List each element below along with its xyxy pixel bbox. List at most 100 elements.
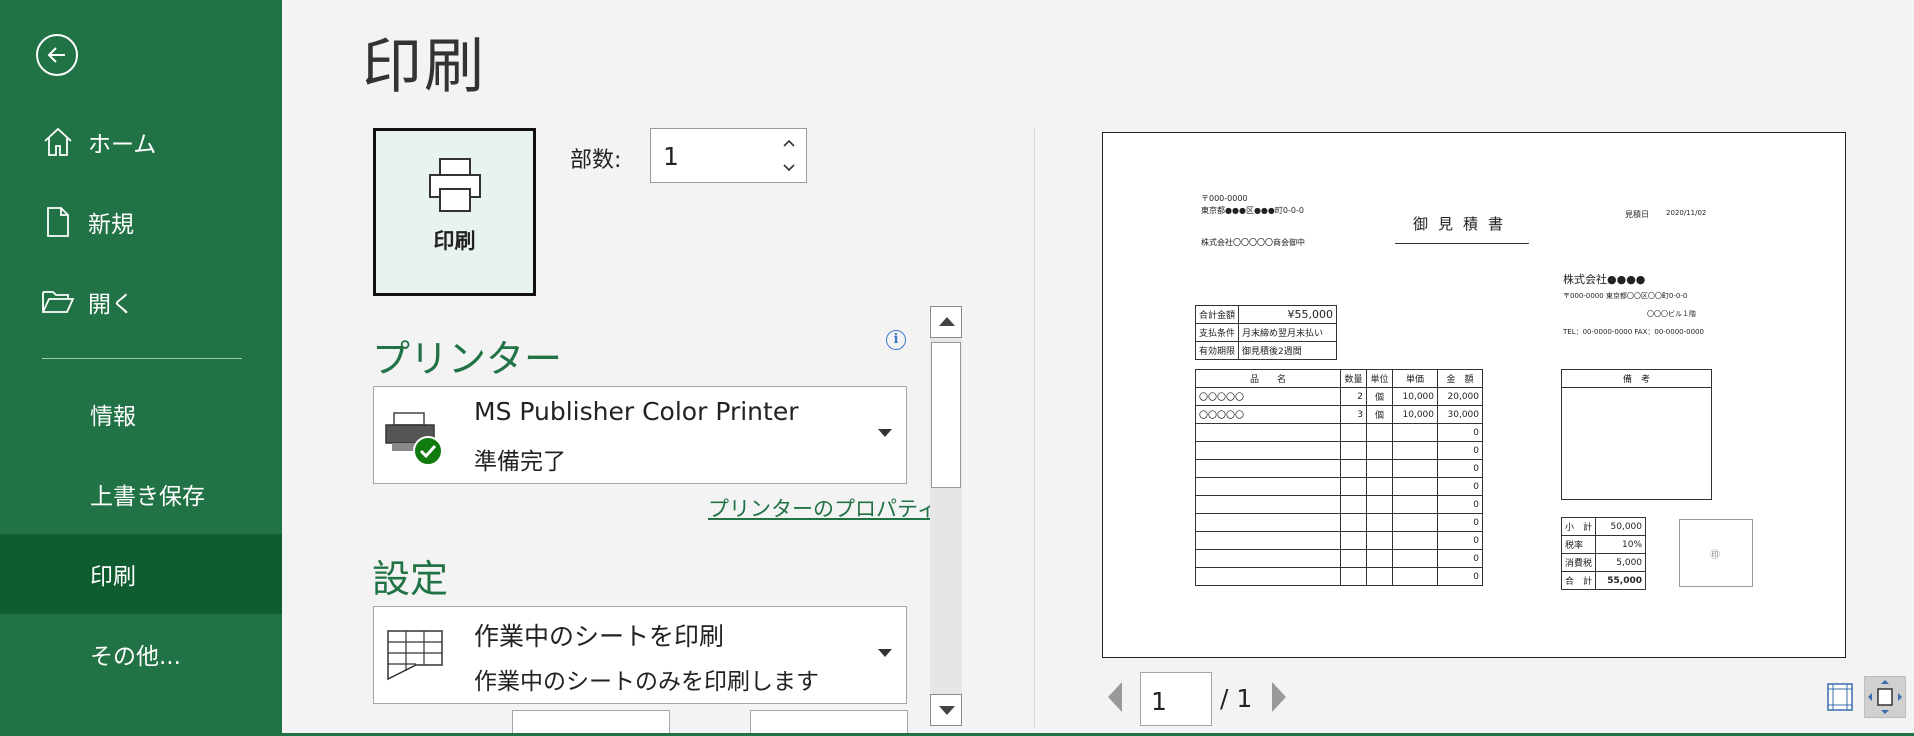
printer-dropdown[interactable]: MS Publisher Color Printer 準備完了 xyxy=(373,386,907,484)
page-number-value: 1 xyxy=(1151,687,1167,716)
pane-divider xyxy=(1034,128,1035,728)
print-scope-dropdown[interactable]: 作業中のシートを印刷 作業中のシートのみを印刷します xyxy=(373,606,907,704)
table-row: 0 xyxy=(1195,423,1483,442)
print-scope-title: 作業中のシートを印刷 xyxy=(474,622,725,651)
summary-value: 月末締め翌月末払い xyxy=(1238,323,1338,342)
preview-recipient: 株式会社〇〇〇〇〇商会御中 xyxy=(1201,238,1305,247)
scroll-down-button[interactable] xyxy=(930,694,962,726)
printer-name: MS Publisher Color Printer xyxy=(474,397,799,426)
preview-company-address: 〒000-0000 東京都〇〇区〇〇町0-0-0 xyxy=(1563,292,1688,300)
nav-print[interactable]: 印刷 xyxy=(0,534,282,614)
table-row: 0 xyxy=(1195,441,1483,460)
nav-open[interactable]: 開く xyxy=(0,262,282,342)
nav-more[interactable]: その他... xyxy=(0,614,282,694)
open-folder-icon xyxy=(38,284,78,320)
settings-scrollbar[interactable] xyxy=(930,306,962,726)
totals-value: 55,000 xyxy=(1595,571,1647,590)
table-row: 0 xyxy=(1195,567,1483,586)
items-cell xyxy=(1195,423,1341,442)
items-cell xyxy=(1392,477,1438,496)
items-cell: 30,000 xyxy=(1437,405,1483,424)
sidebar-divider xyxy=(42,358,242,359)
show-margins-icon[interactable] xyxy=(1826,682,1854,712)
copies-value: 1 xyxy=(663,142,679,171)
items-cell xyxy=(1195,549,1341,568)
totals-value: 5,000 xyxy=(1595,553,1647,572)
remarks-table: 備 考 xyxy=(1561,369,1712,500)
scroll-thumb[interactable] xyxy=(931,342,961,488)
print-button-label: 印刷 xyxy=(433,229,476,253)
previous-page-button[interactable] xyxy=(1108,682,1122,712)
printer-status: 準備完了 xyxy=(474,449,566,475)
zoom-to-page-button[interactable] xyxy=(1864,676,1906,718)
next-page-button[interactable] xyxy=(1272,682,1286,712)
dropdown-arrow-icon xyxy=(878,429,892,437)
preview-date-label: 見積日 xyxy=(1625,210,1649,219)
table-row: 0 xyxy=(1195,477,1483,496)
chevron-down-icon[interactable] xyxy=(780,158,798,176)
items-cell: 10,000 xyxy=(1392,387,1438,406)
items-cell: 0 xyxy=(1437,441,1483,460)
items-cell xyxy=(1340,549,1367,568)
items-cell: 0 xyxy=(1437,495,1483,514)
items-cell: 0 xyxy=(1437,459,1483,478)
items-cell xyxy=(1195,513,1341,532)
nav-home[interactable]: ホーム xyxy=(0,102,282,182)
items-header: 単位 xyxy=(1366,369,1393,388)
zoom-to-page-icon xyxy=(1868,680,1902,714)
page-total: / 1 xyxy=(1220,684,1253,713)
items-cell: 0 xyxy=(1437,513,1483,532)
preview-company: 株式会社●●●● xyxy=(1563,273,1646,286)
items-cell xyxy=(1340,567,1367,586)
back-button[interactable] xyxy=(36,34,78,76)
nav-open-label: 開く xyxy=(88,292,134,318)
totals-key: 税率 xyxy=(1560,535,1597,554)
nav-info[interactable]: 情報 xyxy=(0,374,282,454)
preview-address: 東京都●●●区●●●町0-0-0 xyxy=(1201,206,1304,215)
info-icon[interactable]: i xyxy=(886,330,906,350)
items-cell: 0 xyxy=(1437,549,1483,568)
chevron-up-icon[interactable] xyxy=(780,135,798,153)
print-button[interactable]: 印刷 xyxy=(373,128,536,296)
summary-value: ¥55,000 xyxy=(1238,305,1338,324)
items-cell: 2 xyxy=(1340,387,1367,406)
scroll-up-arrow-icon xyxy=(939,317,955,326)
items-header: 単価 xyxy=(1392,369,1438,388)
items-cell xyxy=(1366,477,1393,496)
items-cell xyxy=(1366,459,1393,478)
nav-home-label: ホーム xyxy=(88,132,157,158)
scroll-down-arrow-icon xyxy=(939,706,955,715)
remarks-header: 備 考 xyxy=(1561,369,1712,388)
items-cell: 20,000 xyxy=(1437,387,1483,406)
title-underline xyxy=(1395,243,1529,244)
table-row: 〇〇〇〇〇 2 個 10,000 20,000 xyxy=(1195,387,1483,406)
items-cell xyxy=(1366,567,1393,586)
nav-save[interactable]: 上書き保存 xyxy=(0,454,282,534)
items-cell xyxy=(1340,531,1367,550)
page-number-input[interactable]: 1 xyxy=(1140,672,1212,726)
printer-icon xyxy=(429,158,481,212)
items-cell xyxy=(1340,513,1367,532)
items-cell xyxy=(1195,531,1341,550)
items-cell xyxy=(1392,567,1438,586)
items-cell xyxy=(1392,549,1438,568)
table-row: 0 xyxy=(1195,459,1483,478)
items-cell xyxy=(1340,441,1367,460)
print-scope-description: 作業中のシートのみを印刷します xyxy=(474,669,819,695)
page-title: 印刷 xyxy=(362,32,486,102)
items-cell: 〇〇〇〇〇 xyxy=(1195,387,1341,406)
items-cell: 0 xyxy=(1437,531,1483,550)
back-arrow-icon xyxy=(47,47,65,63)
nav-new[interactable]: 新規 xyxy=(0,182,282,262)
totals-key: 小 計 xyxy=(1560,517,1597,536)
items-cell xyxy=(1392,441,1438,460)
items-cell: 0 xyxy=(1437,423,1483,442)
table-row: 0 xyxy=(1195,495,1483,514)
items-cell xyxy=(1195,459,1341,478)
scroll-up-button[interactable] xyxy=(930,306,962,338)
nav-info-label: 情報 xyxy=(90,404,136,430)
summary-value: 御見積後2週間 xyxy=(1238,341,1338,360)
printer-properties-link[interactable]: プリンターのプロパティ xyxy=(708,493,938,523)
summary-key: 支払条件 xyxy=(1194,323,1240,342)
copies-stepper[interactable]: 1 xyxy=(650,128,807,183)
